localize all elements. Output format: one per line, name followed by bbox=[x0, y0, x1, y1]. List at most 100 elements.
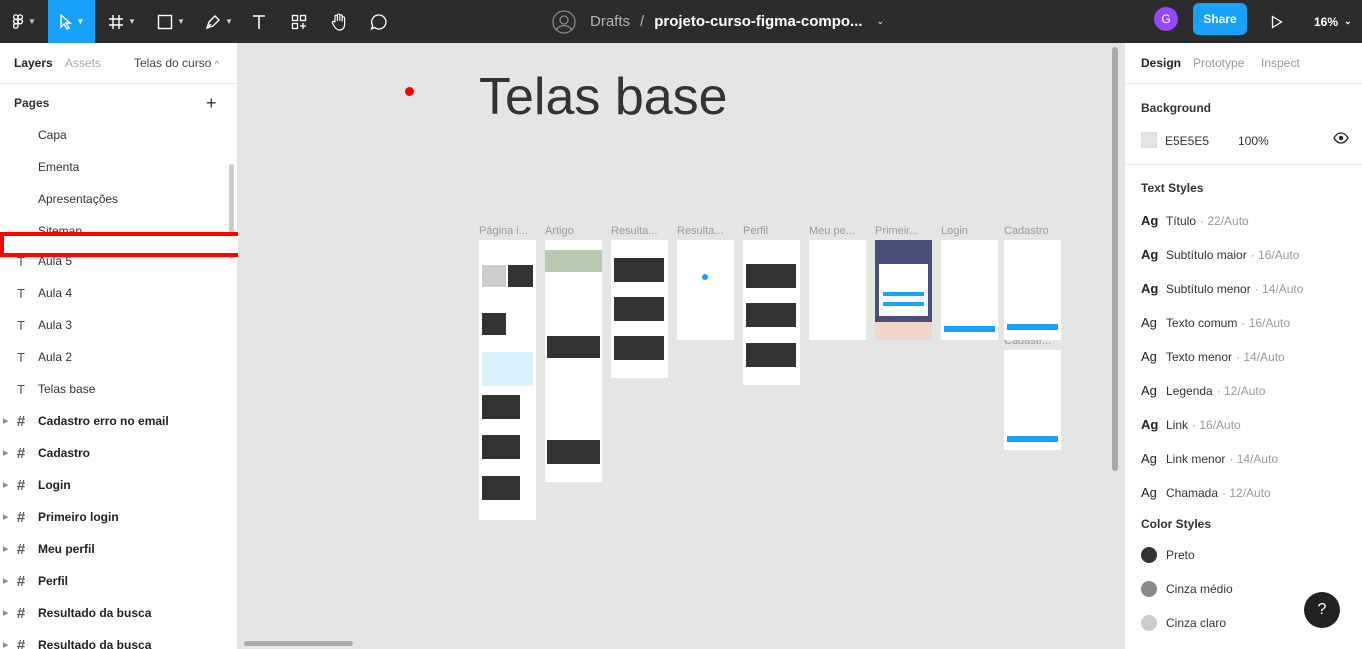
frame-label[interactable]: Página i... bbox=[479, 225, 539, 237]
text-style-meta: · 16/Auto bbox=[1192, 418, 1241, 432]
canvas[interactable]: Telas base Página i... Artigo Resulta...… bbox=[238, 43, 1124, 649]
text-style-item[interactable]: Ag Link · 16/Auto bbox=[1141, 417, 1241, 432]
text-tool-button[interactable] bbox=[246, 0, 272, 43]
shape-tool-button[interactable]: ▼ bbox=[152, 0, 190, 43]
chevron-down-icon: ▼ bbox=[177, 17, 185, 26]
share-button[interactable]: Share bbox=[1193, 3, 1247, 35]
move-tool-button[interactable]: ▼ bbox=[48, 0, 95, 43]
frame-resultado-busca-2[interactable] bbox=[677, 240, 734, 340]
expand-arrow-icon[interactable]: ▶ bbox=[3, 577, 8, 585]
frame-label[interactable]: Primeir... bbox=[875, 225, 935, 237]
left-panel-tabs: Layers Assets Telas do curso ^ bbox=[0, 43, 237, 84]
frame-pagina-inicial[interactable] bbox=[479, 240, 536, 520]
expand-arrow-icon[interactable]: ▶ bbox=[3, 481, 8, 489]
text-style-item[interactable]: Ag Título · 22/Auto bbox=[1141, 213, 1249, 228]
background-hex[interactable]: E5E5E5 bbox=[1165, 134, 1209, 148]
rectangle-icon bbox=[157, 14, 173, 29]
layer-item[interactable]: T Aula 4 bbox=[0, 277, 236, 309]
canvas-title[interactable]: Telas base bbox=[479, 67, 728, 127]
frame-artigo[interactable] bbox=[545, 240, 602, 482]
drafts-link[interactable]: Drafts bbox=[590, 13, 630, 30]
main-menu-button[interactable]: ▼ bbox=[6, 0, 42, 43]
tab-design[interactable]: Design bbox=[1141, 56, 1181, 70]
resources-tool-button[interactable] bbox=[286, 0, 312, 43]
comment-tool-button[interactable] bbox=[366, 0, 392, 43]
user-avatar[interactable]: G bbox=[1154, 7, 1178, 31]
tab-layers[interactable]: Layers bbox=[14, 56, 53, 70]
frame-login[interactable] bbox=[941, 240, 998, 340]
layer-item[interactable]: ▶ # Meu perfil bbox=[0, 533, 236, 565]
frame-label[interactable]: Meu pe... bbox=[809, 225, 869, 237]
layer-item[interactable]: ▶ # Cadastro bbox=[0, 437, 236, 469]
pen-tool-button[interactable]: ▼ bbox=[200, 0, 238, 43]
file-name[interactable]: projeto-curso-figma-compo... bbox=[654, 13, 862, 30]
layer-item[interactable]: T Aula 3 bbox=[0, 309, 236, 341]
text-style-item[interactable]: Ag Texto menor · 14/Auto bbox=[1141, 349, 1285, 364]
tab-inspect[interactable]: Inspect bbox=[1261, 56, 1300, 70]
frame-icon: # bbox=[16, 508, 26, 526]
layer-item[interactable]: ▶ # Resultado da busca bbox=[0, 597, 236, 629]
background-heading: Background bbox=[1141, 101, 1212, 115]
expand-arrow-icon[interactable]: ▶ bbox=[3, 417, 8, 425]
present-button[interactable] bbox=[1264, 0, 1290, 43]
tab-prototype[interactable]: Prototype bbox=[1193, 56, 1244, 70]
expand-arrow-icon[interactable]: ▶ bbox=[3, 449, 8, 457]
layer-item[interactable]: T Aula 2 bbox=[0, 341, 236, 373]
frame-icon: # bbox=[16, 412, 26, 430]
frame-meu-perfil[interactable] bbox=[809, 240, 866, 340]
document-title: Drafts / projeto-curso-figma-compo... ⌄ bbox=[552, 0, 884, 43]
text-style-item[interactable]: Ag Legenda · 12/Auto bbox=[1141, 383, 1265, 398]
text-style-meta: · 16/Auto bbox=[1241, 316, 1291, 330]
frame-label[interactable]: Cadastro bbox=[1004, 225, 1064, 237]
layer-item[interactable]: ▶ # Cadastro erro no email bbox=[0, 405, 236, 437]
background-opacity[interactable]: 100% bbox=[1238, 134, 1269, 148]
frame-label[interactable]: Resulta... bbox=[677, 225, 737, 237]
layer-item[interactable]: ▶ # Primeiro login bbox=[0, 501, 236, 533]
page-item-apresentacoes[interactable]: Apresentações bbox=[38, 192, 118, 206]
chevron-down-icon[interactable]: ⌄ bbox=[877, 16, 885, 27]
frame-label[interactable]: Perfil bbox=[743, 225, 803, 237]
expand-arrow-icon[interactable]: ▶ bbox=[3, 545, 8, 553]
frame-label[interactable]: Resulta... bbox=[611, 225, 671, 237]
text-style-item[interactable]: Ag Link menor · 14/Auto bbox=[1141, 451, 1278, 466]
tab-assets[interactable]: Assets bbox=[65, 56, 101, 70]
text-style-item[interactable]: Ag Chamada · 12/Auto bbox=[1141, 485, 1271, 500]
frame-perfil[interactable] bbox=[743, 240, 800, 385]
text-layer-icon: T bbox=[17, 349, 25, 365]
page-item-capa[interactable]: Capa bbox=[38, 128, 67, 142]
page-selector[interactable]: Telas do curso ^ bbox=[134, 56, 219, 70]
expand-arrow-icon[interactable]: ▶ bbox=[3, 641, 8, 649]
frame-tool-button[interactable]: ▼ bbox=[104, 0, 140, 43]
text-style-item[interactable]: Ag Subtítulo maior · 16/Auto bbox=[1141, 247, 1299, 262]
expand-arrow-icon[interactable]: ▶ bbox=[3, 513, 8, 521]
layer-item[interactable]: T Telas base bbox=[0, 373, 236, 405]
chevron-up-icon: ^ bbox=[214, 59, 219, 69]
color-style-item[interactable]: Cinza claro bbox=[1141, 615, 1226, 631]
color-style-item[interactable]: Preto bbox=[1141, 547, 1195, 563]
frame-label[interactable]: Artigo bbox=[545, 225, 605, 237]
color-style-item[interactable]: Cinza médio bbox=[1141, 581, 1233, 597]
add-page-icon[interactable]: + bbox=[206, 93, 217, 114]
frame-cadastro-erro[interactable] bbox=[1004, 350, 1061, 450]
background-swatch[interactable] bbox=[1141, 132, 1157, 148]
frame-cadastro[interactable] bbox=[1004, 240, 1061, 340]
text-style-item[interactable]: Ag Texto comum · 16/Auto bbox=[1141, 315, 1290, 330]
eye-icon[interactable] bbox=[1333, 132, 1349, 147]
frame-primeiro-login[interactable] bbox=[875, 240, 932, 340]
frame-resultado-busca-1[interactable] bbox=[611, 240, 668, 378]
help-button[interactable]: ? bbox=[1304, 592, 1340, 628]
text-style-ag-icon: Ag bbox=[1141, 315, 1157, 330]
expand-arrow-icon[interactable]: ▶ bbox=[3, 609, 8, 617]
layer-item[interactable]: ▶ # Perfil bbox=[0, 565, 236, 597]
layer-label: Login bbox=[38, 478, 71, 492]
layer-item[interactable]: ▶ # Login bbox=[0, 469, 236, 501]
layer-item[interactable]: ▶ # Resultado da busca bbox=[0, 629, 236, 649]
hand-tool-button[interactable] bbox=[326, 0, 352, 43]
zoom-control[interactable]: 16% ⌄ bbox=[1314, 0, 1352, 43]
canvas-horizontal-scrollbar[interactable] bbox=[244, 641, 353, 646]
frame-label[interactable]: Login bbox=[941, 225, 1001, 237]
text-style-item[interactable]: Ag Subtítulo menor · 14/Auto bbox=[1141, 281, 1303, 296]
layer-label: Resultado da busca bbox=[38, 638, 152, 649]
page-item-ementa[interactable]: Ementa bbox=[38, 160, 79, 174]
canvas-vertical-scrollbar[interactable] bbox=[1112, 47, 1118, 471]
